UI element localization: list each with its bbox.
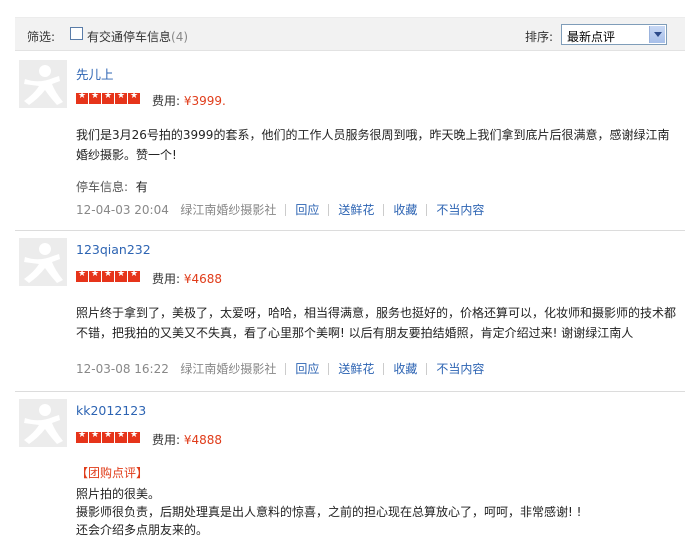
parking-filter-count: (4)	[171, 30, 189, 44]
review-date: 12-04-03 20:04	[76, 203, 169, 217]
report-link[interactable]: 不当内容	[436, 203, 484, 217]
cost: 费用: ¥3999.	[152, 92, 226, 109]
cost-label: 费用:	[152, 433, 181, 447]
review-divider	[15, 391, 685, 392]
cost: 费用: ¥4888	[152, 431, 222, 448]
avatar[interactable]	[19, 238, 67, 286]
parking-filter-text[interactable]: 有交通停车信息	[87, 30, 171, 44]
parking-info-value: 有	[135, 180, 148, 194]
avatar[interactable]	[19, 60, 67, 108]
cost-label: 费用:	[152, 94, 181, 108]
review-content: 照片拍的很美。 摄影师很负责，后期处理真是出人意料的惊喜，之前的担心现在总算放心…	[76, 485, 676, 539]
star-icon	[102, 91, 114, 104]
cost-value: ¥4888	[183, 433, 223, 447]
review-item: 先儿上 费用: ¥3999. 我们是3月26号拍的3999的套系，他们的工作人员…	[15, 58, 685, 228]
star-icon	[102, 430, 114, 443]
review-date: 12-03-08 16:22	[76, 362, 169, 376]
star-icon	[128, 430, 140, 443]
reply-link[interactable]: 回应	[295, 203, 319, 217]
review-line: 摄影师很负责，后期处理真是出人意料的惊喜，之前的担心现在总算放心了，呵呵，非常感…	[76, 505, 582, 519]
cost: 费用: ¥4688	[152, 270, 222, 287]
star-icon	[102, 269, 114, 282]
star-icon	[89, 269, 101, 282]
rating-stars	[76, 269, 140, 282]
review-item: 123qian232 费用: ¥4688 照片终于拿到了，美极了，太爱呀，哈哈，…	[15, 236, 685, 386]
parking-filter-checkbox[interactable]	[70, 27, 83, 40]
reply-link[interactable]: 回应	[295, 362, 319, 376]
favorite-link[interactable]: 收藏	[393, 203, 417, 217]
send-flowers-link[interactable]: 送鲜花	[338, 203, 374, 217]
rating-stars	[76, 91, 140, 104]
star-icon	[115, 269, 127, 282]
chevron-down-icon[interactable]	[649, 26, 665, 43]
rating-stars	[76, 430, 140, 443]
parking-info-label: 停车信息:	[76, 180, 129, 194]
default-user-icon	[19, 399, 67, 447]
review-line: 照片拍的很美。	[76, 487, 161, 501]
review-username[interactable]: 先儿上	[76, 64, 114, 83]
review-meta: 12-03-08 16:22 绿江南婚纱摄影社 回应 送鲜花 收藏 不当内容	[76, 360, 484, 377]
star-icon	[128, 91, 140, 104]
review-divider	[15, 230, 685, 231]
group-buy-tag: 【团购点评】	[76, 466, 149, 480]
default-user-icon	[19, 238, 67, 286]
cost-value: ¥4688	[183, 272, 223, 286]
report-link[interactable]: 不当内容	[436, 362, 484, 376]
review-content: 我们是3月26号拍的3999的套系，他们的工作人员服务很周到哦，昨天晚上我们拿到…	[76, 128, 670, 162]
review-content: 照片终于拿到了，美极了，太爱呀，哈哈，相当得满意，服务也挺好的，价格还算可以，化…	[76, 306, 677, 340]
send-flowers-link[interactable]: 送鲜花	[338, 362, 374, 376]
default-user-icon	[19, 60, 67, 108]
review-username[interactable]: 123qian232	[76, 242, 151, 257]
review-username[interactable]: kk2012123	[76, 403, 146, 418]
star-icon	[76, 91, 88, 104]
parking-info: 停车信息: 有	[76, 178, 148, 195]
review-meta: 12-04-03 20:04 绿江南婚纱摄影社 回应 送鲜花 收藏 不当内容	[76, 201, 484, 218]
cost-value: ¥3999.	[183, 94, 226, 108]
star-icon	[89, 91, 101, 104]
review-line: 还会介绍多点朋友来的。	[76, 523, 209, 537]
avatar[interactable]	[19, 399, 67, 447]
star-icon	[128, 269, 140, 282]
star-icon	[115, 430, 127, 443]
review-item: kk2012123 费用: ¥4888 【团购点评】 照片拍的很美。 摄影师很负…	[15, 397, 685, 541]
sort-select[interactable]: 最新点评	[561, 24, 667, 45]
star-icon	[89, 430, 101, 443]
review-shop[interactable]: 绿江南婚纱摄影社	[180, 362, 276, 376]
parking-filter-label[interactable]: 有交通停车信息(4)	[87, 28, 188, 45]
star-icon	[76, 430, 88, 443]
favorite-link[interactable]: 收藏	[393, 362, 417, 376]
sort-label: 排序:	[525, 30, 554, 44]
star-icon	[76, 269, 88, 282]
sort-selected-value: 最新点评	[567, 30, 616, 44]
cost-label: 费用:	[152, 272, 181, 286]
star-icon	[115, 91, 127, 104]
review-shop[interactable]: 绿江南婚纱摄影社	[180, 203, 276, 217]
filter-label: 筛选:	[27, 30, 56, 44]
filter-bar: 筛选: 有交通停车信息(4) 排序: 最新点评	[15, 17, 685, 51]
